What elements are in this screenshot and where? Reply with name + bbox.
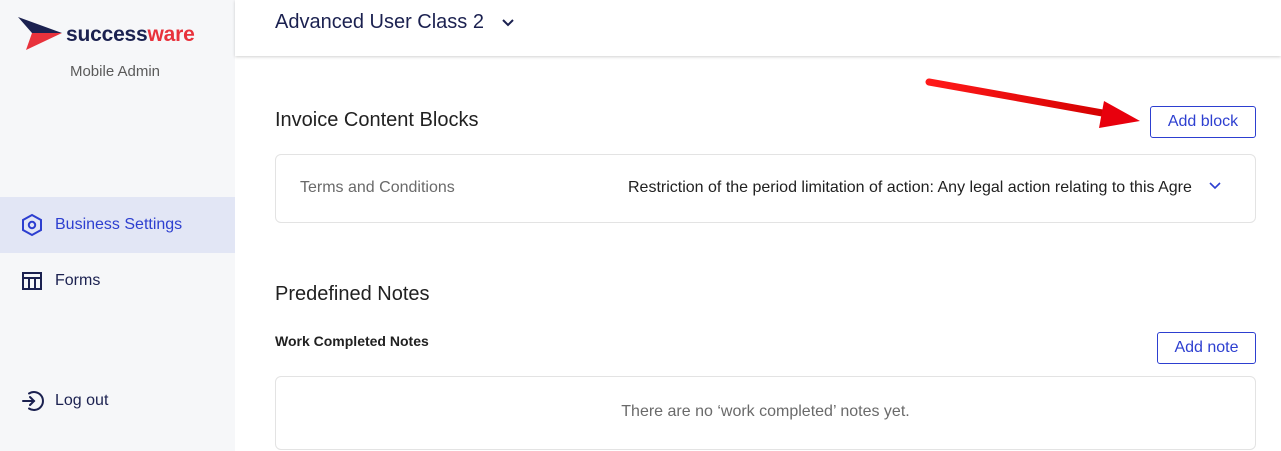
sidebar-item-label: Forms (55, 272, 101, 289)
app-subtitle: Mobile Admin (69, 63, 161, 80)
content-block-label: Terms and Conditions (300, 179, 455, 196)
sidebar-item-business-settings[interactable]: Business Settings (0, 197, 235, 253)
sidebar-item-forms[interactable]: Forms (0, 253, 235, 309)
sidebar: successware Mobile Admin Business Settin… (0, 0, 235, 451)
add-note-button[interactable]: Add note (1157, 332, 1256, 364)
logout-button[interactable]: Log out (0, 373, 235, 429)
main-content: Invoice Content Blocks Add block Terms a… (235, 56, 1281, 451)
empty-state-text: There are no ‘work completed’ notes yet. (621, 403, 910, 420)
work-completed-subtitle: Work Completed Notes (275, 333, 429, 349)
brand-logo-icon (18, 17, 62, 50)
brand-name: successware (66, 23, 195, 46)
notes-empty-state: There are no ‘work completed’ notes yet. (275, 376, 1256, 450)
content-block-row[interactable]: Terms and Conditions Restriction of the … (275, 154, 1256, 223)
chevron-down-icon[interactable] (1209, 182, 1221, 190)
content-block-value: Restriction of the period limitation of … (628, 179, 1192, 196)
class-selector[interactable]: Advanced User Class 2 (275, 11, 515, 34)
logout-icon (19, 388, 45, 414)
hexagon-settings-icon (19, 212, 45, 238)
page-title: Advanced User Class 2 (275, 11, 484, 33)
top-header: Advanced User Class 2 (235, 0, 1281, 56)
logout-label: Log out (55, 392, 109, 409)
notes-section-title: Predefined Notes (275, 283, 430, 305)
sidebar-item-label: Business Settings (55, 216, 183, 233)
invoice-section-title: Invoice Content Blocks (275, 109, 479, 131)
chevron-down-icon (501, 18, 515, 28)
add-block-button[interactable]: Add block (1150, 106, 1256, 138)
brand-logo[interactable]: successware (18, 17, 195, 53)
table-icon (19, 268, 45, 294)
